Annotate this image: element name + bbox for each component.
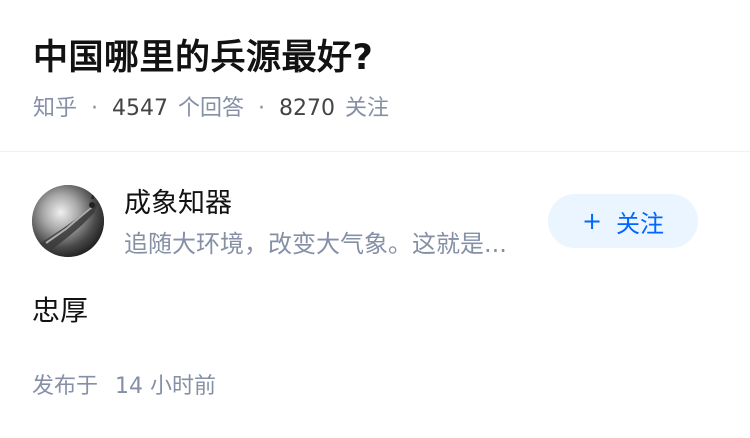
answer-count-label[interactable]: 个回答 (178, 93, 244, 125)
author-name[interactable]: 成象知器 (124, 185, 232, 223)
author-headline: 追随大环境，改变大气象。这就是... (124, 230, 507, 258)
avatar-image (32, 185, 104, 257)
question-title[interactable]: 中国哪里的兵源最好? (33, 36, 373, 80)
follow-button-label: 关注 (616, 209, 665, 238)
published-label: 发布于 (32, 374, 99, 399)
answer-count: 4547 (112, 96, 169, 121)
source-label[interactable]: 知乎 (33, 93, 77, 125)
answer-time[interactable]: 发布于 14 小时前 (32, 371, 216, 403)
follower-count: 8270 (279, 96, 336, 121)
published-time: 14 小时前 (115, 374, 217, 399)
follower-count-label[interactable]: 关注 (345, 93, 389, 125)
plus-icon: + (581, 207, 603, 235)
question-meta: 知乎 · 4547 个回答 · 8270 关注 (33, 93, 389, 125)
follow-button[interactable]: + 关注 (548, 194, 698, 248)
meta-separator: · (91, 96, 99, 121)
answer-card: 成象知器 追随大环境，改变大气象。这就是... + 关注 忠厚 发布于 14 小… (0, 153, 750, 438)
meta-separator: · (258, 96, 266, 121)
answer-content[interactable]: 忠厚 (32, 291, 88, 331)
avatar[interactable] (32, 185, 104, 257)
question-header: 中国哪里的兵源最好? 知乎 · 4547 个回答 · 8270 关注 (0, 0, 750, 152)
